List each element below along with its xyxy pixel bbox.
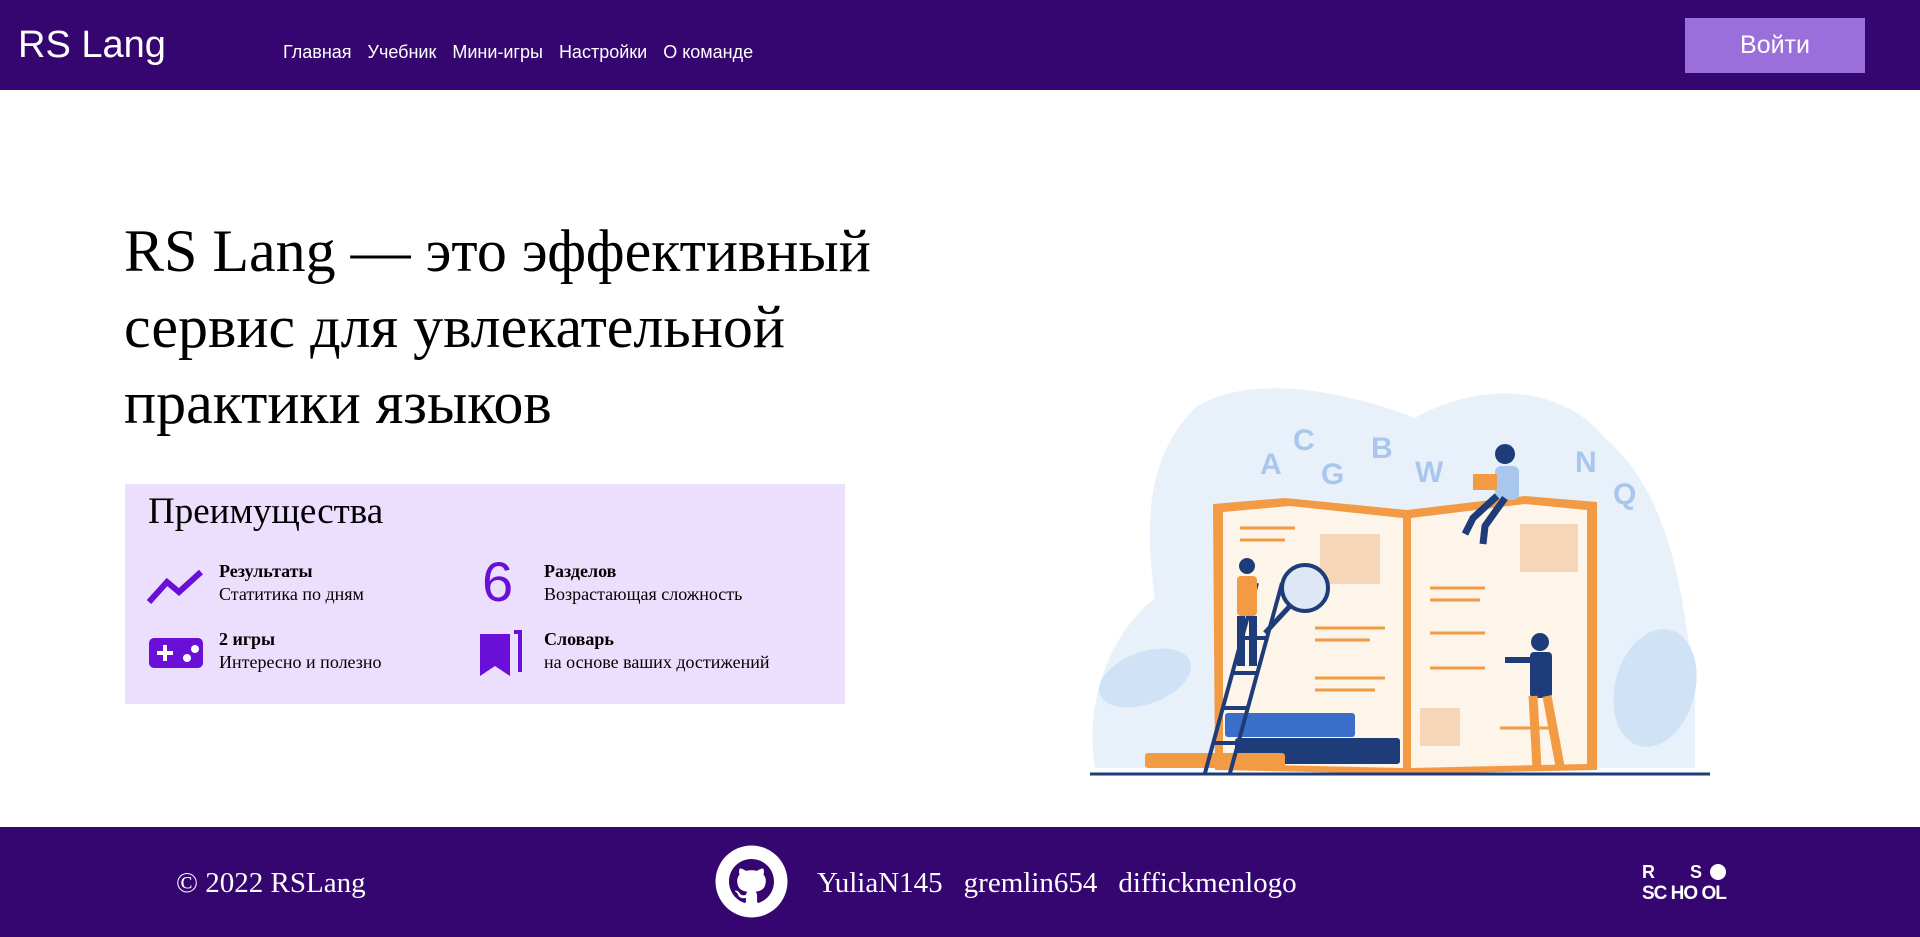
illustration-letter: W <box>1415 456 1444 489</box>
number-six-icon: 6 <box>482 550 514 613</box>
github-icon[interactable] <box>715 845 788 918</box>
advantage-results-text: Статитика по дням <box>219 584 364 604</box>
nav-link-home[interactable]: Главная <box>283 41 352 63</box>
nav-link-about-team[interactable]: О команде <box>663 41 753 63</box>
advantage-results: Результаты Статитика по дням <box>146 560 364 614</box>
advantages-panel: Преимущества Результаты Статитика по дня… <box>125 484 845 704</box>
rs-school-logo[interactable]: R S SC HO OL <box>1640 857 1750 907</box>
nav-link-textbook[interactable]: Учебник <box>368 41 437 63</box>
advantage-dictionary: Словарь на основе ваших достижений <box>472 628 770 682</box>
nav-link-settings[interactable]: Настройки <box>559 41 647 63</box>
svg-text:S: S <box>1690 862 1702 882</box>
advantage-results-title: Результаты <box>219 561 313 581</box>
login-button[interactable]: Войти <box>1685 18 1865 73</box>
nav-link-minigames[interactable]: Мини-игры <box>452 41 543 63</box>
svg-text:SC HO OL: SC HO OL <box>1642 883 1727 904</box>
advantage-sections: 6 Разделов Возрастающая сложность <box>472 550 743 614</box>
svg-text:R: R <box>1642 862 1655 882</box>
footer: © 2022 RSLang YuliaN145 gremlin654 diffi… <box>0 827 1920 937</box>
author-link[interactable]: gremlin654 <box>964 865 1098 901</box>
advantage-games-text: Интересно и полезно <box>219 652 382 672</box>
app-logo[interactable]: RS Lang <box>18 22 166 68</box>
illustration-letter: C <box>1293 424 1315 457</box>
advantage-sections-text: Возрастающая сложность <box>544 584 743 604</box>
footer-copyright: © 2022 RSLang <box>176 867 366 899</box>
hero-title: RS Lang — это эффективный сервис для увл… <box>124 218 871 436</box>
author-link[interactable]: diffickmenlogo <box>1118 865 1296 901</box>
illustration-letter: G <box>1321 458 1344 491</box>
illustration-letter: Q <box>1613 478 1636 511</box>
main-nav: Главная Учебник Мини-игры Настройки О ко… <box>283 41 769 63</box>
illustration-letter: N <box>1575 446 1597 479</box>
header: RS Lang Главная Учебник Мини-игры Настро… <box>0 0 1920 90</box>
trending-up-icon <box>146 560 205 614</box>
illustration-letter: A <box>1260 448 1282 481</box>
illustration-letter: B <box>1371 432 1393 465</box>
advantage-dictionary-title: Словарь <box>544 629 614 649</box>
advantage-games: 2 игры Интересно и полезно <box>147 628 382 682</box>
advantage-games-title: 2 игры <box>219 629 276 649</box>
footer-authors: YuliaN145 gremlin654 diffickmenlogo <box>817 865 1318 901</box>
advantages-title: Преимущества <box>148 491 384 532</box>
hero-illustration: A C G B W N Q <box>1085 378 1715 778</box>
author-link[interactable]: YuliaN145 <box>817 865 943 901</box>
advantage-dictionary-text: на основе ваших достижений <box>544 652 770 672</box>
advantage-sections-title: Разделов <box>544 561 617 581</box>
gamepad-icon <box>147 628 205 682</box>
book-icon <box>472 628 530 682</box>
